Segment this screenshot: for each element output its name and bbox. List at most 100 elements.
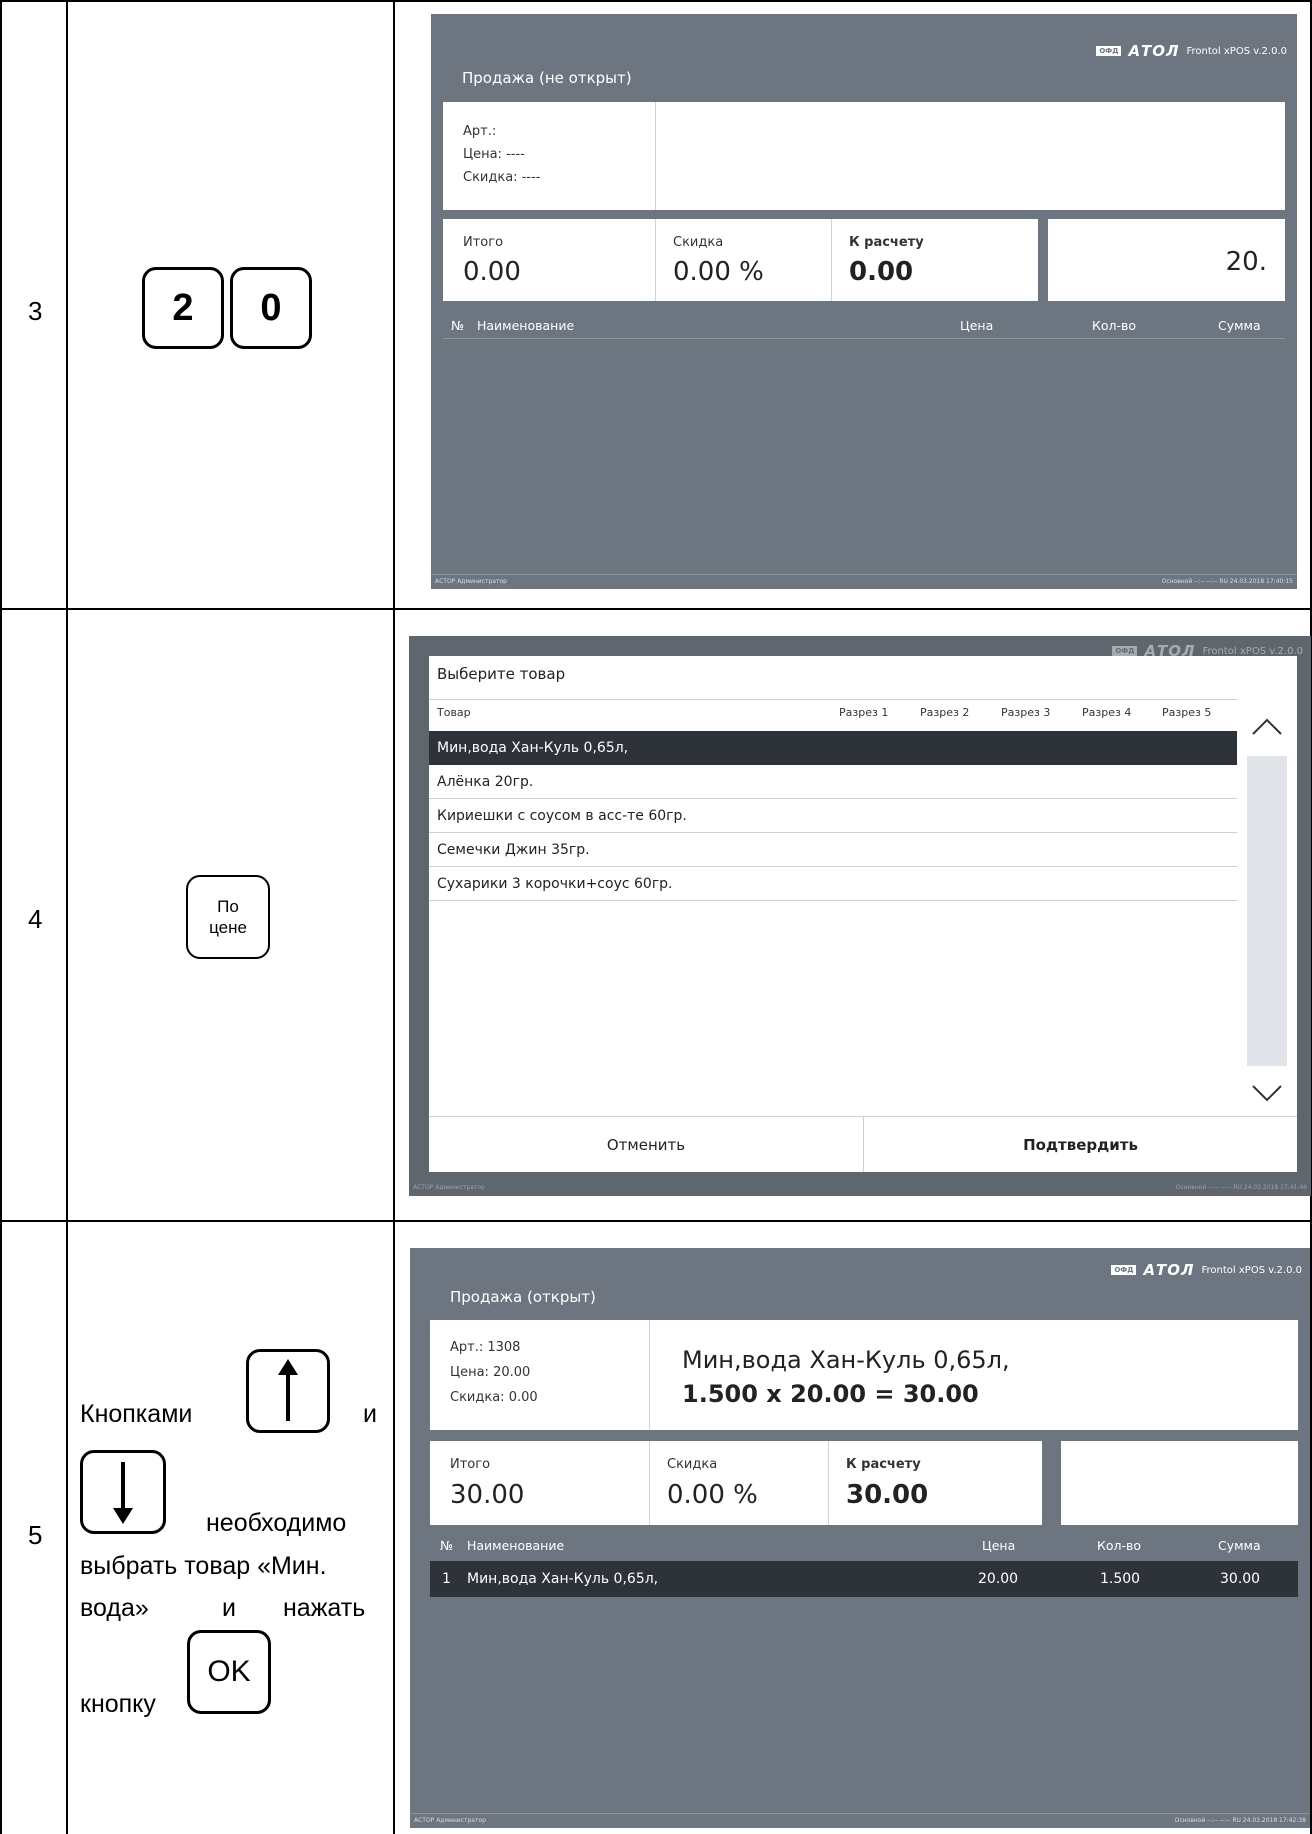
col-header-qty: Кол-во — [1092, 318, 1137, 333]
list-item[interactable]: Алёнка 20гр. — [429, 765, 1237, 799]
totals-divider — [828, 1441, 829, 1525]
col-header-qty: Кол-во — [1097, 1538, 1142, 1553]
list-item[interactable]: Сухарики 3 корочки+соус 60гр. — [429, 867, 1237, 901]
discount-total-label: Скидка — [673, 235, 724, 250]
pos-screen-select-product: ОФД АТОЛ Frontol xPOS v.2.0.0 Выберите т… — [409, 636, 1311, 1196]
version-label: Frontol xPOS v.2.0.0 — [1201, 1264, 1302, 1276]
version-label: Frontol xPOS v.2.0.0 — [1186, 45, 1287, 57]
instruction-text: выбрать товар «Мин. — [80, 1552, 327, 1580]
key-label-line1: По — [217, 897, 239, 916]
list-item[interactable]: Кириешки с соусом в асс-те 60гр. — [429, 799, 1237, 833]
col-header-cut2: Разрез 2 — [920, 706, 970, 719]
discount-label: Скидка: ---- — [463, 170, 541, 185]
product-name: Мин,вода Хан-Куль 0,65л, — [682, 1346, 1010, 1374]
ok-key[interactable]: OK — [187, 1630, 271, 1714]
status-info: Основной --:-- --:-- RU 24.03.2018 17:41… — [1175, 1184, 1307, 1191]
panel-divider — [655, 102, 656, 210]
row-name: Мин,вода Хан-Куль 0,65л, — [467, 1571, 659, 1587]
step-number: 5 — [28, 1520, 43, 1550]
status-separator — [431, 574, 1297, 575]
key-2[interactable]: 2 — [142, 267, 224, 349]
pos-screen-sale-open: Продажа (открыт) ОФД АТОЛ Frontol xPOS v… — [410, 1248, 1310, 1828]
col-border — [0, 0, 2, 1834]
key-0[interactable]: 0 — [230, 267, 312, 349]
to-pay-value: 30.00 — [846, 1480, 929, 1510]
header-separator — [443, 338, 1285, 339]
input-panel[interactable]: 20. — [1048, 219, 1285, 301]
list-item-selected[interactable]: Мин,вода Хан-Куль 0,65л, — [429, 731, 1237, 765]
pos-screen-sale-not-open: Продажа (не открыт) ОФД АТОЛ Frontol xPO… — [431, 14, 1297, 589]
title-separator — [429, 699, 1237, 700]
chevron-up-icon[interactable] — [1251, 716, 1283, 736]
arrow-up-key[interactable] — [246, 1349, 330, 1433]
cancel-button[interactable]: Отменить — [429, 1117, 863, 1172]
dialog-title: Выберите товар — [437, 665, 566, 683]
item-info-panel: Арт.: Цена: ---- Скидка: ---- — [443, 102, 1285, 210]
col-header-cut4: Разрез 4 — [1082, 706, 1132, 719]
col-border — [393, 0, 395, 1834]
vendor-logo: ОФД АТОЛ Frontol xPOS v.2.0.0 — [1096, 42, 1287, 60]
arrow-down-key[interactable] — [80, 1450, 166, 1534]
product-calc: 1.500 x 20.00 = 30.00 — [682, 1380, 979, 1408]
col-header-product: Товар — [437, 706, 471, 719]
ofd-badge: ОФД — [1112, 646, 1138, 656]
ofd-badge: ОФД — [1111, 1265, 1137, 1275]
scrollbar[interactable] — [1237, 706, 1297, 1116]
total-label: Итого — [463, 235, 504, 250]
totals-panel: Итого 0.00 Скидка 0.00 % К расчету 0.00 — [443, 219, 1038, 301]
brand-logo: АТОЛ — [1128, 42, 1180, 60]
row-border — [0, 1220, 1312, 1222]
key-label-line2: цене — [209, 918, 247, 937]
col-header-price: Цена — [960, 318, 994, 333]
instruction-text: и — [222, 1594, 236, 1622]
col-border — [66, 0, 68, 1834]
discount-label: Скидка: 0.00 — [450, 1390, 538, 1405]
input-value: 20. — [1225, 247, 1267, 277]
row-num: 1 — [442, 1571, 451, 1587]
col-header-num: № — [451, 318, 465, 333]
row-qty: 1.500 — [1100, 1571, 1141, 1587]
panel-divider — [649, 1320, 650, 1430]
instruction-text: и — [363, 1400, 377, 1428]
row-sum: 30.00 — [1220, 1571, 1261, 1587]
article-label: Арт.: — [463, 124, 497, 139]
confirm-button[interactable]: Подтвердить — [864, 1117, 1297, 1172]
col-header-price: Цена — [982, 1538, 1016, 1553]
chevron-down-icon[interactable] — [1251, 1084, 1283, 1104]
scrollbar-track[interactable] — [1247, 756, 1287, 1066]
col-header-num: № — [440, 1538, 454, 1553]
status-user: АСТОР Администратор — [414, 1817, 486, 1824]
price-label: Цена: ---- — [463, 147, 525, 162]
status-info: Основной --:-- --:-- RU 24.03.2018 17:42… — [1174, 1817, 1306, 1824]
table-row[interactable]: 1 Мин,вода Хан-Куль 0,65л, 20.00 1.500 3… — [430, 1561, 1298, 1597]
by-price-key[interactable]: По цене — [186, 875, 270, 959]
col-header-cut1: Разрез 1 — [839, 706, 889, 719]
status-user: АСТОР Администратор — [413, 1184, 485, 1191]
col-header-sum: Сумма — [1218, 1538, 1261, 1553]
instruction-text: вода» — [80, 1594, 149, 1622]
instruction-text: нажать — [283, 1594, 366, 1622]
instruction-text: Кнопками — [80, 1400, 193, 1428]
to-pay-value: 0.00 — [849, 257, 914, 287]
status-separator — [410, 1813, 1310, 1814]
step-number: 3 — [28, 296, 43, 326]
row-price: 20.00 — [978, 1571, 1019, 1587]
col-header-name: Наименование — [467, 1538, 565, 1553]
vendor-logo: ОФД АТОЛ Frontol xPOS v.2.0.0 — [1111, 1261, 1302, 1279]
price-label: Цена: 20.00 — [450, 1365, 531, 1380]
instruction-text: кнопку — [80, 1690, 156, 1718]
discount-total-value: 0.00 % — [673, 257, 764, 287]
brand-logo: АТОЛ — [1143, 1261, 1195, 1279]
row-border — [0, 608, 1312, 610]
select-product-dialog: Выберите товар Товар Разрез 1 Разрез 2 Р… — [429, 656, 1297, 1172]
list-item[interactable]: Семечки Джин 35гр. — [429, 833, 1237, 867]
status-user: АСТОР Администратор — [435, 578, 507, 585]
input-panel[interactable] — [1061, 1441, 1298, 1525]
totals-panel: Итого 30.00 Скидка 0.00 % К расчету 30.0… — [430, 1441, 1042, 1525]
col-header-sum: Сумма — [1218, 318, 1261, 333]
total-label: Итого — [450, 1457, 491, 1472]
status-info: Основной --:-- --:-- RU 24.03.2018 17:40… — [1161, 578, 1293, 585]
sale-status-title: Продажа (не открыт) — [462, 69, 632, 87]
col-header-name: Наименование — [477, 318, 575, 333]
total-value: 0.00 — [463, 257, 521, 287]
